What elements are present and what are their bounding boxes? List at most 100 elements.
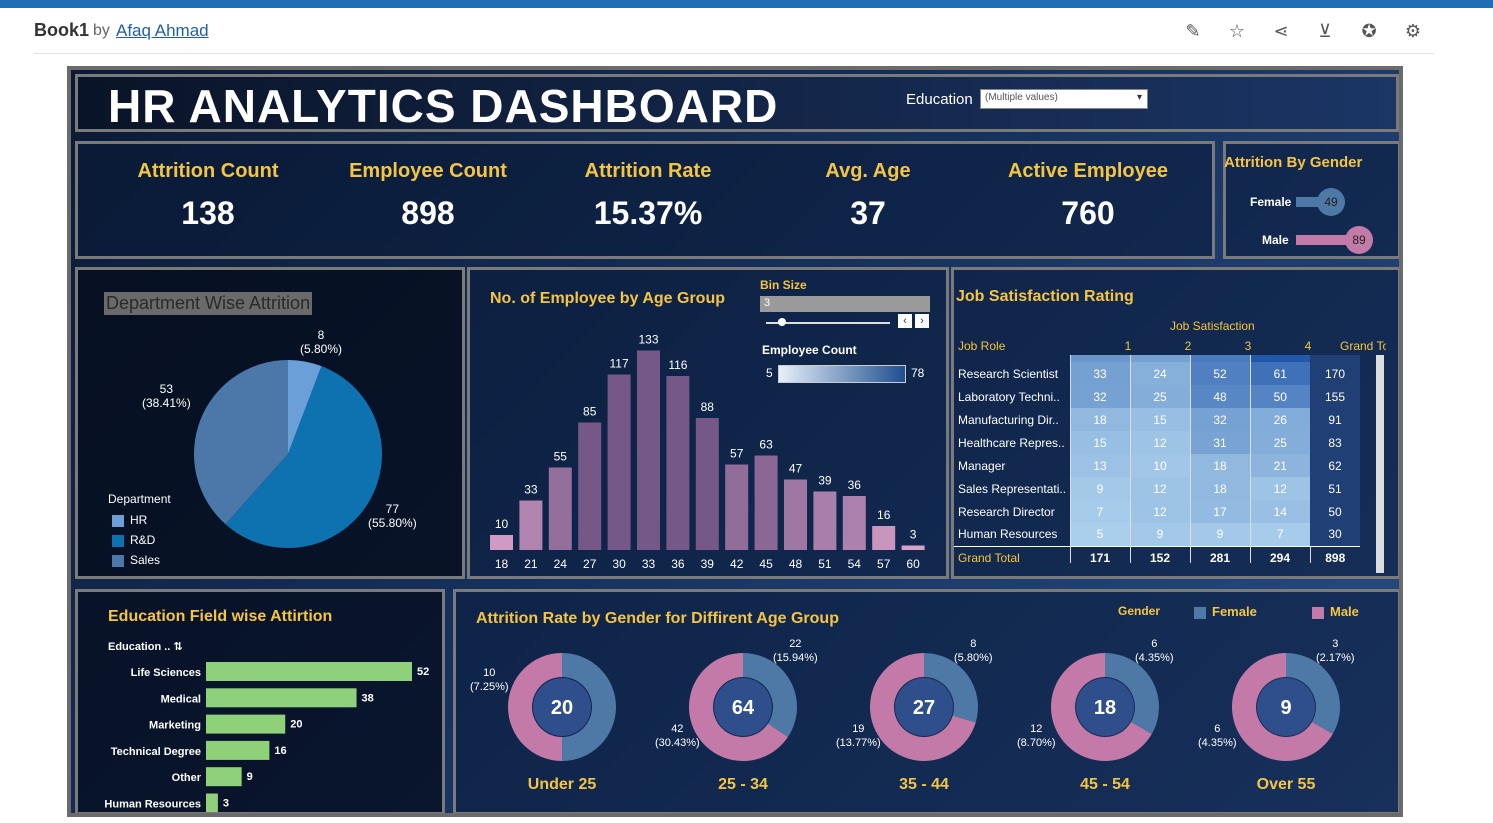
- x-tick-label: 30: [612, 557, 626, 571]
- legend-female[interactable]: Female: [1194, 604, 1257, 619]
- male-label: 19 (13.77%): [836, 723, 881, 749]
- dashboard-title: HR ANALYTICS DASHBOARD: [108, 80, 779, 132]
- education-bar[interactable]: [206, 767, 242, 787]
- table-row[interactable]: Manager 13 10 18 21 62: [954, 454, 1360, 477]
- table-row[interactable]: Manufacturing Dir.. 18 15 32 26 91: [954, 408, 1360, 431]
- age-bar[interactable]: [901, 545, 925, 551]
- grand-total-label: Grand Total: [954, 545, 1070, 563]
- edit-icon[interactable]: ✎: [1182, 20, 1204, 42]
- table-row[interactable]: Sales Representati.. 9 12 18 12 51: [954, 477, 1360, 500]
- gender-age-panel: Attrition Rate by Gender for Diffirent A…: [453, 589, 1399, 813]
- age-donut[interactable]: 20 10 (7.25%) Under 25: [470, 632, 642, 812]
- x-tick-label: 57: [877, 557, 891, 571]
- age-bar[interactable]: [637, 350, 660, 551]
- age-bar[interactable]: [548, 467, 572, 551]
- gender-label-male: Male: [1262, 233, 1289, 247]
- table-row[interactable]: Sales Executive39335676206: [954, 355, 1360, 362]
- grand-total-cell: 91: [1310, 408, 1360, 431]
- header-toolbar: ✎ ☆ ⋖ ⊻ ✪ ⚙: [1182, 20, 1424, 42]
- rating-cell: 32: [1189, 408, 1250, 431]
- grand-total-cell: 155: [1310, 385, 1360, 408]
- grand-total-value: 152: [1129, 545, 1190, 563]
- table-row[interactable]: Human Resources 5 9 9 7 30: [954, 523, 1360, 546]
- workbook-header: Book1 by Afaq Ahmad ✎ ☆ ⋖ ⊻ ✪ ⚙: [34, 16, 1434, 54]
- rating-cell: 32: [1069, 385, 1130, 408]
- age-bar[interactable]: [695, 418, 719, 550]
- kpi-label: Avg. Age: [825, 160, 911, 182]
- bar-value-label: 20: [290, 719, 302, 731]
- age-bar[interactable]: [842, 496, 866, 550]
- bar-value-label: 116: [668, 358, 687, 372]
- job-satisfaction-panel: Job Satisfaction Rating Job Satisfaction…: [951, 267, 1399, 579]
- star-icon[interactable]: ☆: [1226, 20, 1248, 42]
- col-header-3: 3: [1244, 339, 1252, 353]
- bar-value-label: 55: [554, 450, 568, 464]
- bar-value-label: 47: [789, 462, 803, 476]
- age-bar[interactable]: [607, 374, 631, 551]
- donut-total: 18: [1094, 697, 1116, 719]
- education-bar[interactable]: [206, 688, 357, 708]
- age-bar[interactable]: [490, 535, 513, 550]
- rating-cell: 12: [1129, 500, 1190, 523]
- pie-label-hr: 8 (5.80%): [300, 328, 343, 356]
- donut-total: 27: [913, 697, 935, 719]
- education-filter-select[interactable]: (Multiple values): [980, 89, 1148, 109]
- table-row[interactable]: Research Scientist 33 24 52 61 170: [954, 362, 1360, 385]
- settings-icon[interactable]: ⚙: [1402, 20, 1424, 42]
- age-donut[interactable]: 18 6 (4.35%) 12 (8.70%) 45 - 54: [1017, 632, 1185, 812]
- table-row[interactable]: Healthcare Repres.. 15 12 31 25 83: [954, 431, 1360, 454]
- age-donut[interactable]: 27 8 (5.80%) 19 (13.77%) 35 - 44: [836, 632, 1004, 812]
- job-satisfaction-header: Job Satisfaction: [1170, 319, 1255, 333]
- age-bar[interactable]: [666, 376, 690, 550]
- kpi-attrition-count: Attrition Count 138: [108, 160, 308, 232]
- table-row[interactable]: Research Director 7 12 17 14 50: [954, 500, 1360, 523]
- rating-cell: 12: [1129, 477, 1190, 500]
- age-bar-chart: 10 18 33 21 55 24 85 27 117 30 133 33 116 36 88 39 57 42 6…: [490, 333, 925, 571]
- bar-value-label: 57: [730, 447, 744, 461]
- grand-total-cell: 51: [1310, 477, 1360, 500]
- age-bar[interactable]: [813, 491, 837, 551]
- bar-value-label: 16: [877, 508, 891, 522]
- legend-sales[interactable]: Sales: [112, 553, 160, 567]
- table-row[interactable]: Laboratory Techni.. 32 25 48 50 155: [954, 385, 1360, 408]
- education-bar[interactable]: [206, 662, 412, 681]
- table-scrollbar[interactable]: [1376, 355, 1384, 573]
- age-bar[interactable]: [519, 500, 543, 551]
- rating-cell: 18: [1189, 477, 1250, 500]
- bar-value-label: 33: [524, 483, 538, 497]
- legend-title: Department: [108, 492, 171, 506]
- share-icon[interactable]: ⋖: [1270, 20, 1292, 42]
- rating-cell: 56: [1189, 355, 1250, 362]
- category-label: Human Resources: [104, 799, 201, 811]
- legend-rd[interactable]: R&D: [112, 533, 155, 547]
- rating-cell: 24: [1129, 362, 1190, 385]
- age-bar[interactable]: [784, 479, 807, 551]
- download-icon[interactable]: ⊻: [1314, 20, 1336, 42]
- kpi-panel: Attrition Count 138 Employee Count 898 A…: [75, 141, 1215, 259]
- education-bar[interactable]: [206, 714, 286, 734]
- legend-hr[interactable]: HR: [112, 513, 147, 527]
- age-donut[interactable]: 9 3 (2.17%) 6 (4.35%) Over 55: [1198, 632, 1366, 812]
- panel-title: Job Satisfaction Rating: [956, 288, 1134, 305]
- age-bar[interactable]: [754, 455, 778, 551]
- education-bar[interactable]: [206, 740, 270, 760]
- age-bar[interactable]: [725, 464, 749, 551]
- rating-cell: 31: [1189, 431, 1250, 454]
- age-bar[interactable]: [872, 526, 896, 550]
- rating-cell: 7: [1069, 500, 1130, 523]
- kpi-value: 760: [1061, 195, 1115, 231]
- age-group-label: 35 - 44: [899, 776, 949, 793]
- education-bar[interactable]: [206, 793, 218, 813]
- job-role-cell: Research Scientist: [958, 366, 1059, 381]
- job-table-viewport[interactable]: Sales Executive39335676206Research Scien…: [954, 355, 1376, 563]
- author-link[interactable]: Afaq Ahmad: [116, 21, 209, 41]
- age-bar[interactable]: [578, 422, 602, 551]
- grand-total-cell: 206: [1310, 355, 1360, 362]
- age-donut[interactable]: 64 22 (15.94%) 42 (30.43%) 25 - 34: [655, 632, 823, 812]
- by-label: by: [93, 22, 110, 39]
- badge-icon[interactable]: ✪: [1358, 20, 1380, 42]
- rating-cell: 12: [1249, 477, 1310, 500]
- bar-value-label: 36: [848, 478, 862, 492]
- bar-value-label: 85: [583, 405, 597, 419]
- legend-male[interactable]: Male: [1312, 604, 1359, 619]
